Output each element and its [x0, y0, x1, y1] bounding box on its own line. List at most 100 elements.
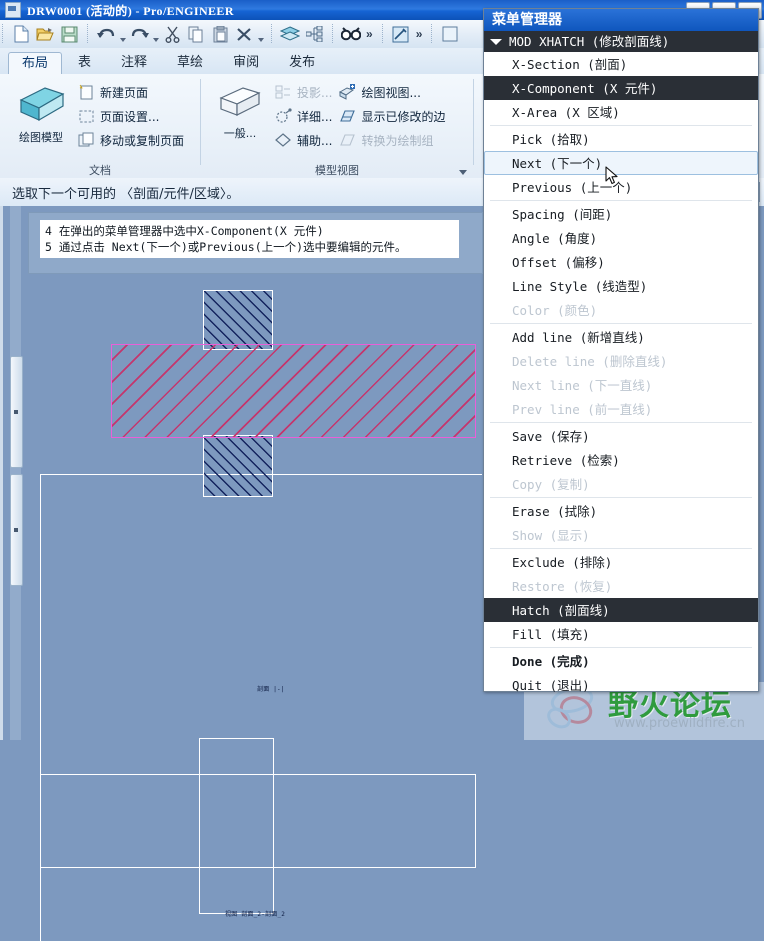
page-setup-label: 页面设置...	[100, 109, 160, 124]
menu-item-14[interactable]: Add line (新增直线)	[484, 325, 758, 349]
projection-view-button[interactable]: 投影...	[273, 80, 337, 104]
menu-manager-item-list[interactable]: X-Section (剖面) X-Component (X 元件) X-Area (…	[484, 52, 758, 697]
redo-icon[interactable]	[128, 23, 150, 45]
menu-manager-header-label: MOD XHATCH (修改剖面线)	[509, 34, 670, 49]
tab-review[interactable]: 审阅	[219, 51, 273, 74]
menu-item-27: Restore (恢复)	[512, 579, 613, 594]
toolbar-divider	[2, 24, 3, 44]
front-view-edge-right	[273, 738, 274, 914]
sketch-tool-icon[interactable]	[390, 23, 412, 45]
redo-dropdown-arrow[interactable]	[151, 20, 160, 48]
menu-separator	[490, 497, 752, 498]
menu-manager-title: 菜单管理器	[484, 9, 758, 31]
model-view-commands-col1[interactable]: 投影... 详细... 辅助...	[273, 78, 337, 152]
menu-separator	[490, 548, 752, 549]
toolbar-group-view[interactable]	[274, 22, 330, 46]
detailed-view-button[interactable]: 详细...	[273, 104, 337, 128]
toolbar-group-file[interactable]	[5, 22, 85, 46]
tab-sketch[interactable]: 草绘	[163, 51, 217, 74]
new-page-button[interactable]: 新建页面	[76, 80, 189, 104]
move-copy-page-button[interactable]: 移动或复制页面	[76, 128, 189, 152]
menu-item-2[interactable]: X-Area (X 区域)	[484, 100, 758, 124]
tab-publish[interactable]: 发布	[275, 51, 329, 74]
menu-item-26[interactable]: Exclude (排除)	[484, 550, 758, 574]
menu-item-29[interactable]: Fill (填充)	[484, 622, 758, 646]
ribbon-panel-document: 绘图模型 新建页面 页面设置... 移动或复制页面 文档	[0, 74, 200, 178]
menu-item-32[interactable]: Quit (退出)	[484, 673, 758, 697]
detailed-view-label: 详细...	[297, 109, 333, 124]
toolbar-group-edit[interactable]	[90, 22, 269, 46]
repaint-icon[interactable]	[439, 23, 461, 45]
toolbar-overflow-chevron[interactable]: »	[413, 27, 426, 41]
delete-dropdown-arrow[interactable]	[256, 20, 265, 48]
toolbar-group-sketch[interactable]: »	[385, 22, 430, 46]
model-view-commands-col2[interactable]: 绘图视图... 显示已修改的边 转换为绘制组	[337, 78, 450, 152]
vertical-scrollbar-thumb-2[interactable]	[10, 474, 23, 586]
menu-item-9[interactable]: Angle (角度)	[484, 226, 758, 250]
menu-item-1[interactable]: X-Component (X 元件)	[484, 76, 758, 100]
panel-title-document: 文档	[89, 164, 111, 177]
menu-item-19[interactable]: Save (保存)	[484, 424, 758, 448]
front-view-edge-mid-bottom	[40, 867, 476, 868]
menu-item-8[interactable]: Spacing (间距)	[484, 202, 758, 226]
menu-separator	[490, 323, 752, 324]
copy-icon[interactable]	[185, 23, 207, 45]
tab-layout[interactable]: 布局	[8, 52, 63, 75]
menu-item-0[interactable]: X-Section (剖面)	[484, 52, 758, 76]
panel-expand-arrow[interactable]	[458, 167, 468, 177]
show-modified-edges-button[interactable]: 显示已修改的边	[337, 104, 450, 128]
menu-item-15: Delete line (删除直线)	[512, 354, 668, 369]
model-tree-icon[interactable]	[303, 23, 325, 45]
ribbon-panel-model-view: 一般... 投影... 详细... 辅助... 绘图视图... 显示已修改的边 …	[201, 74, 473, 178]
save-file-icon[interactable]	[58, 23, 80, 45]
undo-dropdown-arrow[interactable]	[118, 20, 127, 48]
vertical-scrollbar-track[interactable]	[10, 206, 21, 740]
vertical-scrollbar-thumb[interactable]	[10, 356, 23, 468]
toolbar-divider	[87, 24, 88, 44]
hatch-region-selected-component[interactable]	[111, 344, 476, 438]
hatch-region-lower[interactable]	[203, 435, 273, 497]
drawing-view-button[interactable]: 绘图视图...	[337, 80, 450, 104]
watermark-url: www.proewildfire.cn	[614, 716, 745, 731]
menu-manager-dialog[interactable]: 菜单管理器 MOD XHATCH (修改剖面线) X-Section (剖面) X…	[483, 8, 759, 693]
menu-item-5[interactable]: Next (下一个)	[484, 151, 758, 175]
page-setup-button[interactable]: 页面设置...	[76, 104, 189, 128]
new-page-icon	[78, 84, 95, 101]
general-view-button[interactable]: 一般...	[207, 78, 273, 141]
toolbar-group-find[interactable]: »	[335, 22, 380, 46]
auxiliary-view-button[interactable]: 辅助...	[273, 128, 337, 152]
menu-item-4[interactable]: Pick (拾取)	[484, 127, 758, 151]
paste-icon[interactable]	[209, 23, 231, 45]
toolbar-group-extra[interactable]	[434, 22, 466, 46]
menu-item-6[interactable]: Previous (上一个)	[484, 175, 758, 199]
tab-table[interactable]: 表	[64, 51, 105, 74]
drawing-model-button[interactable]: 绘图模型	[6, 78, 76, 145]
menu-item-28[interactable]: Hatch (剖面线)	[484, 598, 758, 622]
menu-item-23[interactable]: Erase (拭除)	[484, 499, 758, 523]
collapse-triangle-icon[interactable]	[490, 38, 502, 45]
drawing-window-icon	[5, 2, 21, 18]
menu-item-10[interactable]: Offset (偏移)	[484, 250, 758, 274]
move-copy-page-icon	[78, 132, 95, 149]
menu-separator	[490, 422, 752, 423]
find-icon[interactable]	[340, 23, 362, 45]
open-file-icon[interactable]	[34, 23, 56, 45]
toolbar-overflow-chevron[interactable]: »	[363, 27, 376, 41]
layers-icon[interactable]	[279, 23, 301, 45]
undo-icon[interactable]	[95, 23, 117, 45]
document-commands[interactable]: 新建页面 页面设置... 移动或复制页面	[76, 78, 189, 152]
delete-icon[interactable]	[233, 23, 255, 45]
menu-item-24: Show (显示)	[512, 528, 590, 543]
menu-item-11[interactable]: Line Style (线造型)	[484, 274, 758, 298]
convert-to-draft-group-button[interactable]: 转换为绘制组	[337, 128, 450, 152]
new-file-icon[interactable]	[10, 23, 32, 45]
hatch-region-upper[interactable]	[203, 290, 273, 350]
menu-item-20[interactable]: Retrieve (检索)	[484, 448, 758, 472]
cut-icon[interactable]	[161, 23, 183, 45]
tab-annotate[interactable]: 注释	[107, 51, 161, 74]
projection-view-label: 投影...	[297, 85, 333, 100]
menu-separator	[490, 647, 752, 648]
menu-item-31[interactable]: Done (完成)	[484, 649, 758, 673]
menu-manager-header[interactable]: MOD XHATCH (修改剖面线)	[484, 31, 758, 52]
detailed-view-icon	[275, 107, 292, 125]
